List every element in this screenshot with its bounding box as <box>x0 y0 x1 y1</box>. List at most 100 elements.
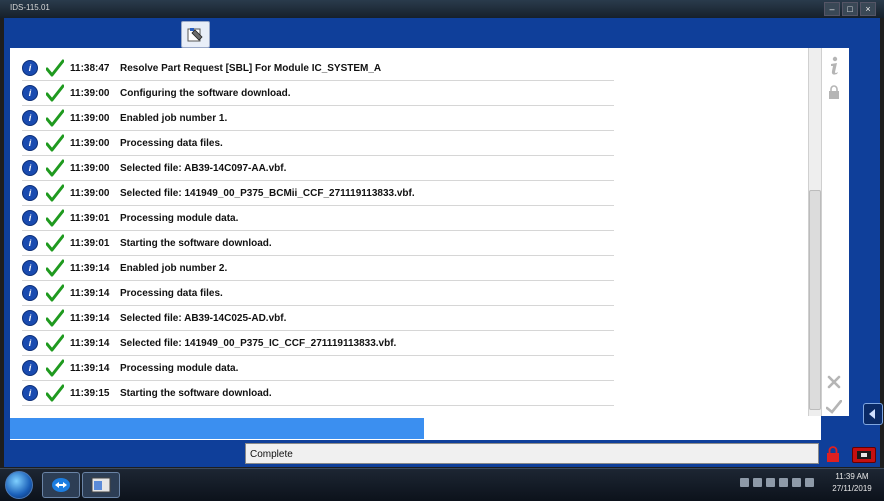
log-row[interactable]: i 11:39:01 Starting the software download. <box>22 231 614 256</box>
log-message: Configuring the software download. <box>120 87 291 99</box>
tray-expand-icon[interactable] <box>740 478 749 487</box>
log-time: 11:39:14 <box>70 312 110 324</box>
log-row[interactable]: i 11:39:00 Enabled job number 1. <box>22 106 614 131</box>
log-row[interactable]: i 11:39:00 Configuring the software downlo… <box>22 81 614 106</box>
status-text: Complete <box>245 443 819 464</box>
log-message: Selected file: 141949_00_P375_BCMii_CCF_… <box>120 187 415 199</box>
log-row[interactable]: i 11:39:14 Processing data files. <box>22 281 614 306</box>
start-button[interactable] <box>5 471 33 499</box>
log-row[interactable]: i 11:39:01 Processing module data. <box>22 206 614 231</box>
vci-connection-icon <box>852 447 876 463</box>
log-message: Resolve Part Request [SBL] For Module IC… <box>120 62 382 74</box>
log-message: Enabled job number 2. <box>120 262 228 274</box>
lock-icon[interactable] <box>826 84 842 100</box>
confirm-check-icon[interactable] <box>826 399 842 415</box>
cancel-x-icon[interactable] <box>826 374 842 390</box>
log-time: 11:39:00 <box>70 87 110 99</box>
log-row[interactable]: i 11:39:00 Selected file: AB39-14C097-AA.v… <box>22 156 614 181</box>
log-time: 11:39:00 <box>70 162 110 174</box>
info-icon: i <box>22 360 38 376</box>
success-check-icon <box>46 234 64 252</box>
log-message: Starting the software download. <box>120 237 272 249</box>
system-tray <box>740 478 814 487</box>
clock-date[interactable]: 27/11/2019 <box>828 484 876 493</box>
log-row[interactable]: i 11:39:14 Selected file: 141949_00_P375_I… <box>22 331 614 356</box>
success-check-icon <box>46 209 64 227</box>
info-icon: i <box>22 385 38 401</box>
log-message: Processing data files. <box>120 287 223 299</box>
success-check-icon <box>46 384 64 402</box>
log-message: Processing module data. <box>120 362 239 374</box>
success-check-icon <box>46 309 64 327</box>
info-icon: i <box>22 110 38 126</box>
taskbar-teamviewer-icon[interactable] <box>42 472 80 498</box>
success-check-icon <box>46 259 64 277</box>
info-icon: i <box>22 210 38 226</box>
info-icon: i <box>22 60 38 76</box>
log-time: 11:39:00 <box>70 137 110 149</box>
info-icon: i <box>22 160 38 176</box>
log-time: 11:39:14 <box>70 362 110 374</box>
log-time: 11:39:14 <box>70 337 110 349</box>
log-time: 11:39:15 <box>70 387 110 399</box>
side-action-panel <box>821 48 849 416</box>
log-row[interactable]: i 11:39:15 Starting the software download. <box>22 381 614 406</box>
info-icon[interactable] <box>826 56 842 76</box>
log-time: 11:39:00 <box>70 112 110 124</box>
log-time: 11:39:14 <box>70 262 110 274</box>
tray-power-icon[interactable] <box>779 478 788 487</box>
success-check-icon <box>46 59 64 77</box>
log-message: Processing module data. <box>120 212 239 224</box>
log-row[interactable]: i 11:38:47 Resolve Part Request [SBL] For … <box>22 56 614 81</box>
info-icon: i <box>22 285 38 301</box>
log-message: Selected file: AB39-14C097-AA.vbf. <box>120 162 287 174</box>
log-row[interactable]: i 11:39:14 Processing module data. <box>22 356 614 381</box>
log-row[interactable]: i 11:39:14 Enabled job number 2. <box>22 256 614 281</box>
tray-flag-icon[interactable] <box>805 478 814 487</box>
info-icon: i <box>22 310 38 326</box>
status-lock-icon <box>826 446 840 462</box>
info-icon: i <box>22 235 38 251</box>
toolbar-tool-icon[interactable] <box>181 21 210 48</box>
window-controls: – □ × <box>824 2 876 16</box>
log-row[interactable]: i 11:39:00 Processing data files. <box>22 131 614 156</box>
taskbar-ids-app-icon[interactable] <box>82 472 120 498</box>
log-message: Enabled job number 1. <box>120 112 228 124</box>
log-time: 11:39:14 <box>70 287 110 299</box>
info-icon: i <box>22 335 38 351</box>
success-check-icon <box>46 84 64 102</box>
log-time: 11:39:00 <box>70 187 110 199</box>
success-check-icon <box>46 184 64 202</box>
info-icon: i <box>22 260 38 276</box>
info-icon: i <box>22 185 38 201</box>
clock-time[interactable]: 11:39 AM <box>828 472 876 481</box>
window-title: IDS-115.01 <box>10 3 50 12</box>
tray-volume-icon[interactable] <box>792 478 801 487</box>
log-message: Processing data files. <box>120 137 223 149</box>
log-time: 11:39:01 <box>70 212 110 224</box>
info-icon: i <box>22 135 38 151</box>
success-check-icon <box>46 134 64 152</box>
success-check-icon <box>46 109 64 127</box>
info-icon: i <box>22 85 38 101</box>
minimize-button[interactable]: – <box>824 2 840 16</box>
log-time: 11:39:01 <box>70 237 110 249</box>
tray-network-icon[interactable] <box>766 478 775 487</box>
tray-device-icon[interactable] <box>753 478 762 487</box>
app-header <box>4 18 880 48</box>
success-check-icon <box>46 284 64 302</box>
close-button[interactable]: × <box>860 2 876 16</box>
success-check-icon <box>46 359 64 377</box>
success-check-icon <box>46 334 64 352</box>
log-time: 11:38:47 <box>70 62 110 74</box>
side-tab-handle[interactable] <box>863 403 883 425</box>
log-row[interactable]: i 11:39:14 Selected file: AB39-14C025-AD.v… <box>22 306 614 331</box>
log-row[interactable]: i 11:39:00 Selected file: 141949_00_P375_B… <box>22 181 614 206</box>
success-check-icon <box>46 159 64 177</box>
window-title-bar: IDS-115.01 – □ × <box>0 0 884 18</box>
log-message: Selected file: 141949_00_P375_IC_CCF_271… <box>120 337 397 349</box>
log-message: Selected file: AB39-14C025-AD.vbf. <box>120 312 287 324</box>
maximize-button[interactable]: □ <box>842 2 858 16</box>
log-scroll-thumb[interactable] <box>809 190 821 410</box>
log-message: Starting the software download. <box>120 387 272 399</box>
